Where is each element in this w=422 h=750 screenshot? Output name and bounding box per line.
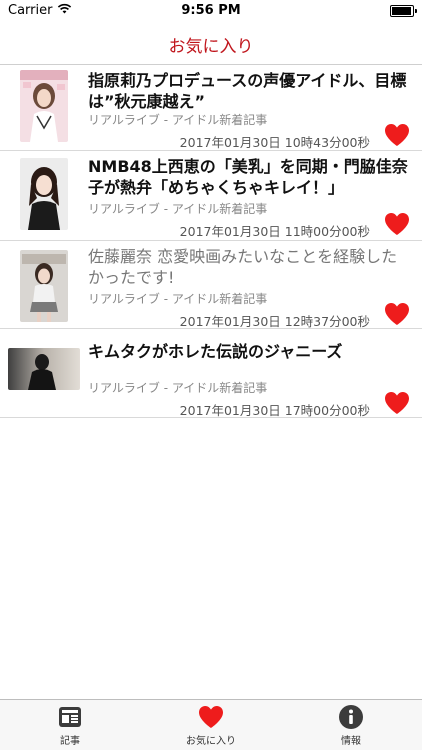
- newspaper-icon: [59, 707, 81, 727]
- list-item[interactable]: 指原莉乃プロデュースの声優アイドル、目標は”秋元康越え” リアルライブ - アイ…: [0, 65, 422, 151]
- article-title: NMB48上西恵の「美乳」を同期・門脇佳奈子が熱弁「めちゃくちゃキレイ！」: [88, 157, 408, 197]
- article-date: 2017年01月30日 11時00分00秒: [179, 224, 370, 239]
- info-icon: [339, 705, 363, 729]
- heart-icon[interactable]: [384, 212, 410, 236]
- list-item[interactable]: キムタクがホレた伝説のジャニーズ リアルライブ - アイドル新着記事 2017年…: [0, 329, 422, 418]
- article-thumbnail: [8, 348, 80, 390]
- status-time: 9:56 PM: [181, 3, 241, 18]
- heart-icon[interactable]: [384, 123, 410, 147]
- tab-info[interactable]: 情報: [301, 704, 401, 747]
- article-title: キムタクがホレた伝説のジャニーズ: [88, 342, 343, 361]
- article-thumbnail: [20, 70, 68, 142]
- article-thumbnail: [20, 250, 68, 322]
- article-source: リアルライブ - アイドル新着記事: [88, 113, 268, 127]
- tab-label: お気に入り: [186, 736, 236, 747]
- list-item[interactable]: 佐藤麗奈 恋愛映画みたいなことを経験したかったです! リアルライブ - アイドル…: [0, 241, 422, 329]
- battery-icon: [390, 5, 417, 17]
- article-source: リアルライブ - アイドル新着記事: [88, 292, 268, 306]
- list-item[interactable]: NMB48上西恵の「美乳」を同期・門脇佳奈子が熱弁「めちゃくちゃキレイ！」 リア…: [0, 151, 422, 241]
- article-title: 佐藤麗奈 恋愛映画みたいなことを経験したかったです!: [88, 247, 398, 287]
- article-source: リアルライブ - アイドル新着記事: [88, 381, 268, 395]
- article-thumbnail: [20, 158, 68, 230]
- article-title: 指原莉乃プロデュースの声優アイドル、目標は”秋元康越え”: [88, 71, 407, 111]
- article-date: 2017年01月30日 12時37分00秒: [179, 314, 370, 329]
- page-title: お気に入り: [168, 37, 254, 57]
- tab-articles[interactable]: 記事: [20, 704, 120, 747]
- heart-icon[interactable]: [384, 391, 410, 415]
- tab-label: 記事: [60, 736, 80, 747]
- heart-icon[interactable]: [384, 302, 410, 326]
- tab-bar: 記事 お気に入り 情報: [0, 699, 422, 750]
- tab-label: 情報: [341, 736, 361, 747]
- heart-icon: [199, 706, 223, 728]
- article-date: 2017年01月30日 17時00分00秒: [179, 403, 370, 418]
- navigation-bar: お気に入り: [0, 22, 422, 65]
- article-source: リアルライブ - アイドル新着記事: [88, 202, 268, 216]
- status-bar: Carrier 9:56 PM: [0, 0, 422, 22]
- favorites-list: 指原莉乃プロデュースの声優アイドル、目標は”秋元康越え” リアルライブ - アイ…: [0, 65, 422, 418]
- article-date: 2017年01月30日 10時43分00秒: [179, 135, 370, 150]
- app-screen: Carrier 9:56 PM お気に入り 指原莉乃プロデュースの声優アイドル、…: [0, 0, 422, 750]
- tab-favorites[interactable]: お気に入り: [161, 704, 261, 747]
